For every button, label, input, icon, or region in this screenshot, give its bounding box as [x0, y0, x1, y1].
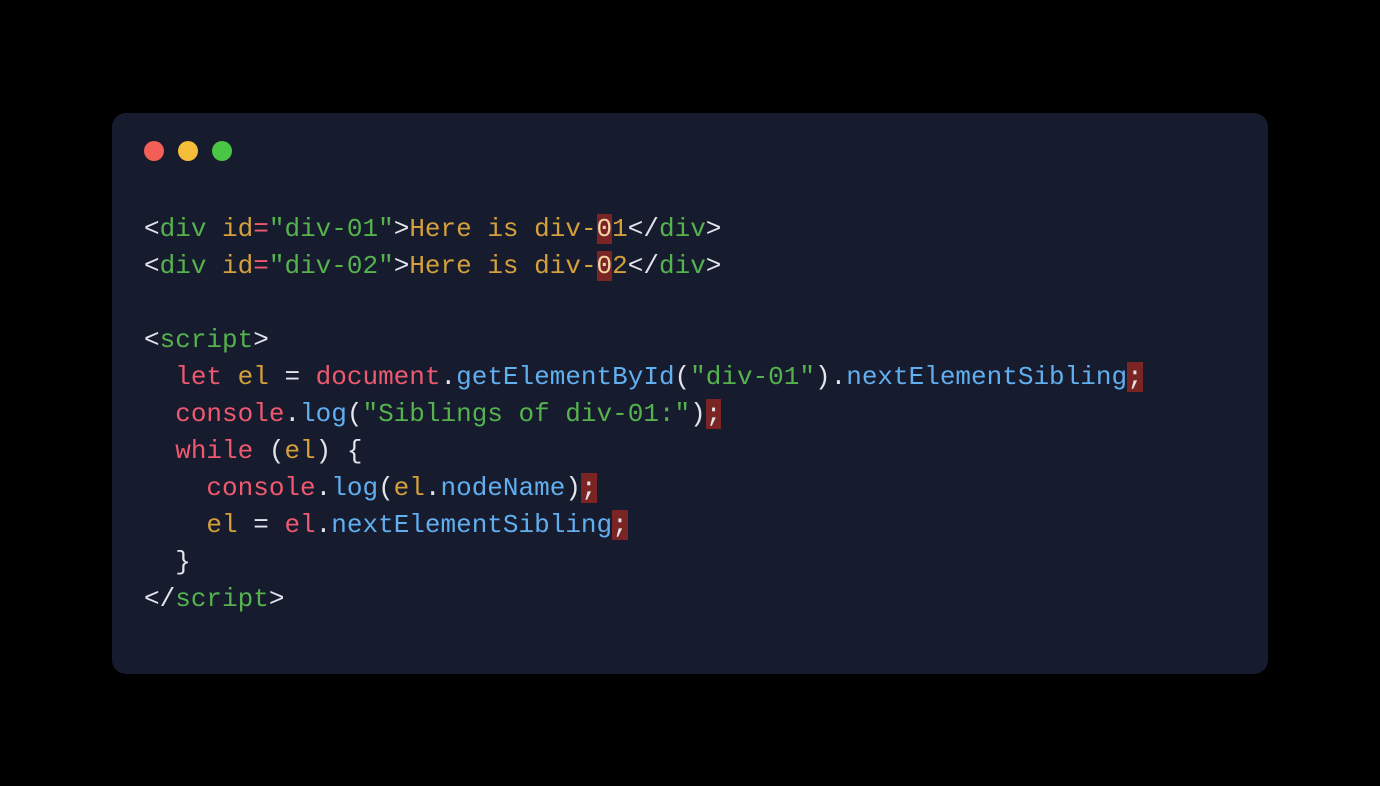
maximize-icon[interactable]	[212, 141, 232, 161]
code-line-6: console.log("Siblings of div-01:");	[144, 399, 721, 429]
code-line-5: let el = document.getElementById("div-01…	[144, 362, 1143, 392]
code-line-11: </script>	[144, 584, 284, 614]
window-controls	[144, 141, 1236, 161]
code-block[interactable]: <div id="div-01">Here is div-01</div> <d…	[144, 211, 1236, 618]
code-line-7: while (el) {	[144, 436, 363, 466]
code-line-9: el = el.nextElementSibling;	[144, 510, 628, 540]
minimize-icon[interactable]	[178, 141, 198, 161]
code-line-4: <script>	[144, 325, 269, 355]
code-line-1: <div id="div-01">Here is div-01</div>	[144, 214, 721, 244]
code-window: <div id="div-01">Here is div-01</div> <d…	[112, 113, 1268, 674]
code-line-8: console.log(el.nodeName);	[144, 473, 597, 503]
code-line-2: <div id="div-02">Here is div-02</div>	[144, 251, 721, 281]
close-icon[interactable]	[144, 141, 164, 161]
code-line-10: }	[144, 547, 191, 577]
